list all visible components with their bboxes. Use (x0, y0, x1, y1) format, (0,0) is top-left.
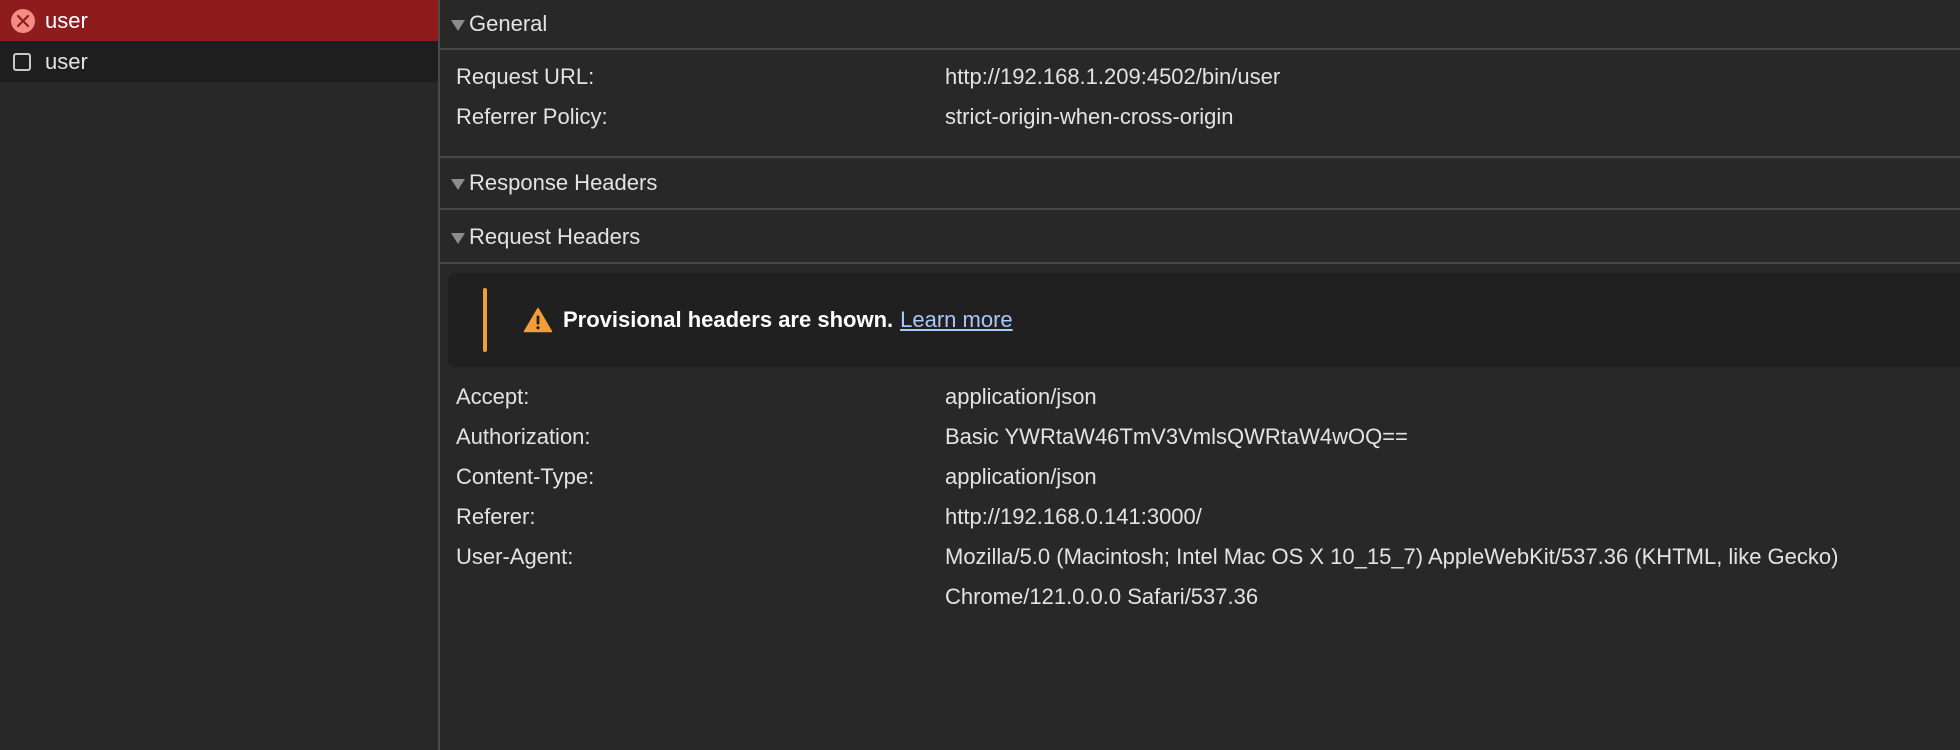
request-name: user (45, 48, 88, 74)
header-row-accept: Accept: application/json (440, 377, 1960, 417)
expand-triangle-icon (451, 19, 465, 31)
provisional-headers-warning: Provisional headers are shown. Learn mor… (448, 273, 1960, 367)
header-key: Authorization: (456, 424, 591, 449)
header-value: http://192.168.0.141:3000/ (945, 504, 1202, 529)
header-value: application/json (945, 464, 1097, 489)
header-key: User-Agent: (456, 544, 574, 569)
header-row-referrer-policy: Referrer Policy: strict-origin-when-cros… (440, 97, 1960, 137)
header-value: Mozilla/5.0 (Macintosh; Intel Mac OS X 1… (945, 544, 1839, 569)
section-general-header[interactable]: General (440, 0, 1960, 50)
header-value-continuation: Chrome/121.0.0.0 Safari/537.36 (945, 584, 1259, 609)
header-value: http://192.168.1.209:4502/bin/user (945, 64, 1281, 89)
header-key: Referrer Policy: (456, 104, 608, 129)
section-request-headers-header[interactable]: Request Headers (440, 212, 1960, 264)
warning-text: Provisional headers are shown. (563, 307, 894, 332)
section-response-headers-header[interactable]: Response Headers (440, 158, 1960, 210)
section-title: Response Headers (469, 170, 658, 195)
error-circle-icon (11, 8, 35, 33)
header-key: Referer: (456, 504, 536, 529)
request-name: user (45, 7, 88, 33)
header-value: strict-origin-when-cross-origin (945, 104, 1234, 129)
expand-triangle-icon (451, 232, 465, 244)
header-value: application/json (945, 384, 1097, 409)
request-row-user[interactable]: user (0, 41, 438, 82)
header-value: Basic YWRtaW46TmV3VmlsQWRtaW4wOQ== (945, 424, 1408, 449)
checkbox-icon[interactable] (13, 52, 31, 71)
warning-triangle-icon (523, 307, 553, 333)
header-key: Content-Type: (456, 464, 595, 489)
learn-more-link[interactable]: Learn more (900, 307, 1013, 333)
header-row-authorization: Authorization: Basic YWRtaW46TmV3VmlsQWR… (440, 417, 1960, 457)
header-row-user-agent: User-Agent: Mozilla/5.0 (Macintosh; Inte… (440, 537, 1960, 577)
request-row-user-error[interactable]: user (0, 0, 438, 41)
header-row-content-type: Content-Type: application/json (440, 457, 1960, 497)
header-key: Request URL: (456, 64, 595, 89)
warning-content: Provisional headers are shown. Learn mor… (523, 273, 1013, 367)
section-title: General (469, 11, 548, 36)
header-row-referer: Referer: http://192.168.0.141:3000/ (440, 497, 1960, 537)
header-row-user-agent-continued: Chrome/121.0.0.0 Safari/537.36 (440, 577, 1960, 617)
headers-pane: General Request URL: http://192.168.1.20… (440, 0, 1960, 750)
header-key: Accept: (456, 384, 530, 409)
section-title: Request Headers (469, 224, 641, 249)
request-list: user user (0, 0, 440, 750)
warning-accent-bar (483, 288, 487, 352)
devtools-network-panel: user user General Request URL: http://19… (0, 0, 1960, 750)
expand-triangle-icon (451, 178, 465, 190)
header-row-request-url: Request URL: http://192.168.1.209:4502/b… (440, 57, 1960, 97)
